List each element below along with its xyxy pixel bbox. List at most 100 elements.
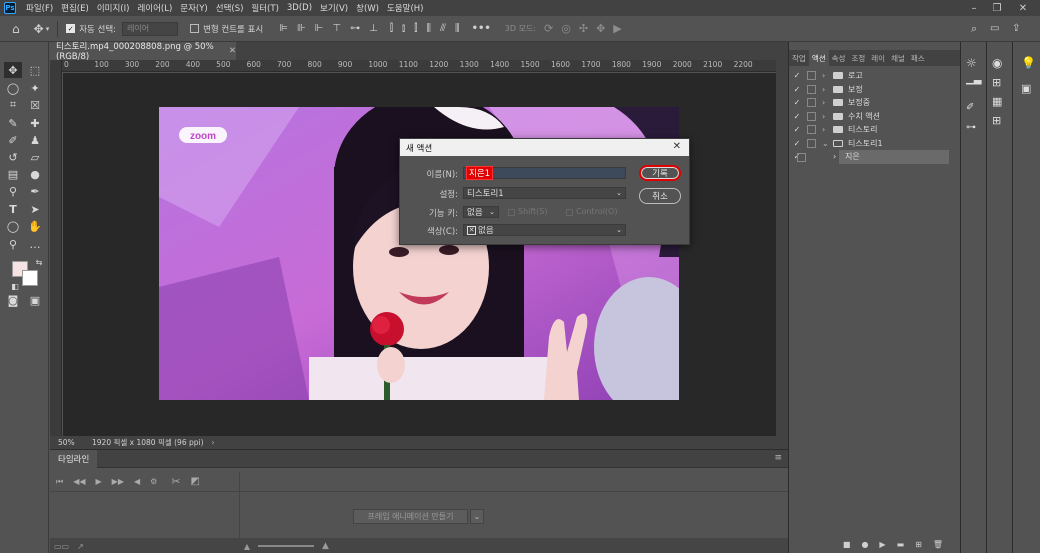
hand-tool-icon[interactable]: ✋ <box>26 218 44 234</box>
clone-stamp-tool-icon[interactable]: ♟ <box>26 132 44 148</box>
menu-file[interactable]: 파일(F) <box>22 2 57 14</box>
action-set-item[interactable]: ✓ › 티스토리 <box>789 123 949 137</box>
next-frame-icon[interactable]: ▶▶ <box>112 477 124 486</box>
vertical-ruler[interactable] <box>50 60 62 436</box>
document-tab[interactable]: 티스토리.mp4_000208808.png @ 50% (RGB/8) ✕ <box>50 42 236 62</box>
magic-wand-tool-icon[interactable]: ✦ <box>26 80 44 96</box>
tab-properties[interactable]: 속성 <box>829 50 849 66</box>
horizontal-ruler[interactable]: 0 100 300 200 400 500 600 700 800 900 1000 1100 1200… <box>62 60 776 72</box>
distribute-left-icon[interactable]: ⫼ <box>426 23 431 34</box>
eyedropper-tool-icon[interactable]: ✎ <box>4 115 22 131</box>
cancel-button[interactable]: 취소 <box>639 188 681 204</box>
menu-image[interactable]: 이미지(I) <box>93 2 134 14</box>
move-tool-icon[interactable]: ✥ <box>34 22 44 36</box>
distribute-bottom-icon[interactable]: ⫿ <box>414 23 417 34</box>
chevron-right-icon[interactable]: › <box>822 98 830 107</box>
levels-icon[interactable]: ▁▃ <box>966 74 981 85</box>
vertical-scrollbar[interactable] <box>776 60 788 436</box>
tab-tasks[interactable]: 작업 <box>789 50 809 66</box>
tab-paths[interactable]: 패스 <box>908 50 928 66</box>
background-color-swatch[interactable] <box>22 270 38 286</box>
dialog-toggle[interactable] <box>807 125 816 135</box>
menu-layer[interactable]: 레이어(L) <box>133 2 176 14</box>
learn-icon[interactable]: 💡 <box>1021 56 1036 70</box>
menu-edit[interactable]: 편집(E) <box>57 2 93 14</box>
zoom-tool-icon[interactable]: ⚲ <box>4 236 22 252</box>
brush-tool-icon[interactable]: ✐ <box>4 132 22 148</box>
pen-tool-icon[interactable]: ✒ <box>26 183 44 199</box>
tab-layers[interactable]: 레이 <box>868 50 888 66</box>
check-icon[interactable]: ✓ <box>792 112 802 121</box>
align-left-icon[interactable]: ⊫ <box>279 23 288 34</box>
check-icon[interactable]: ✓ <box>792 71 802 80</box>
brightness-icon[interactable]: ☼ <box>966 56 977 70</box>
shape-tool-icon[interactable]: ◯ <box>4 218 22 234</box>
render-icon[interactable]: ↗ <box>77 542 84 551</box>
menu-select[interactable]: 선택(S) <box>212 2 248 14</box>
play-icon[interactable]: ▶ <box>96 477 102 486</box>
transform-controls-checkbox[interactable] <box>190 24 200 33</box>
quick-mask-icon[interactable]: ◙ <box>4 292 22 308</box>
swap-colors-icon[interactable]: ⇆ <box>30 254 48 270</box>
close-icon[interactable]: ✕ <box>673 141 681 152</box>
workspace-icon[interactable]: ▭ <box>990 23 999 34</box>
color-dropdown[interactable]: ✕ 없음 ⌄ <box>463 224 626 236</box>
gradient-icon[interactable]: ▦ <box>992 95 1002 108</box>
auto-select-checkbox[interactable]: ✓ <box>66 24 76 33</box>
eraser-tool-icon[interactable]: ▱ <box>26 149 44 165</box>
more-tools-icon[interactable]: … <box>26 236 44 252</box>
action-set-item[interactable]: ✓ › 로고 <box>789 69 949 83</box>
record-button[interactable]: 기록 <box>639 165 681 181</box>
restore-icon[interactable]: ❐ <box>986 0 1008 16</box>
palette-icon[interactable]: ◉ <box>992 56 1002 70</box>
search-icon[interactable]: ⌕ <box>971 22 977 36</box>
blur-tool-icon[interactable]: ● <box>26 166 44 182</box>
distribute-top-icon[interactable]: ⫿ <box>390 23 393 34</box>
zoom-out-icon[interactable]: ▲ <box>244 542 250 551</box>
3d-pan-icon[interactable]: ✣ <box>579 22 588 35</box>
path-selection-tool-icon[interactable]: ➤ <box>26 201 44 217</box>
more-options-icon[interactable]: ••• <box>472 23 491 34</box>
chevron-down-icon[interactable]: ⌄ <box>822 139 830 148</box>
transition-icon[interactable]: ◩ <box>191 476 200 487</box>
screen-mode-icon[interactable]: ▣ <box>26 292 44 308</box>
set-dropdown[interactable]: 티스토리1 ⌄ <box>463 187 626 199</box>
tab-timeline[interactable]: 타임라인 <box>50 450 98 468</box>
function-key-dropdown[interactable]: 없음 ⌄ <box>463 206 499 218</box>
previous-frame-icon[interactable]: ◀︎◀︎ <box>73 477 85 486</box>
distribute-vcenter-icon[interactable]: ⫾ <box>402 23 405 34</box>
align-bottom-icon[interactable]: ⊥ <box>369 23 378 34</box>
distribute-hcenter-icon[interactable]: ⫻ <box>440 23 446 34</box>
menu-help[interactable]: 도움말(H) <box>383 2 427 14</box>
dialog-toggle[interactable] <box>807 84 816 94</box>
chevron-right-icon[interactable]: › <box>822 85 830 94</box>
action-set-item[interactable]: ✓ ⌄ 티스토리1 <box>789 137 949 151</box>
3d-scale-icon[interactable]: ▶ <box>613 22 621 35</box>
share-icon[interactable]: ⇪ <box>1012 23 1020 34</box>
chevron-down-icon[interactable]: ⌄ <box>470 509 484 524</box>
brush-settings-icon[interactable]: ✐ <box>966 102 974 113</box>
menu-filter[interactable]: 필터(T) <box>247 2 282 14</box>
align-right-icon[interactable]: ⊩ <box>315 23 324 34</box>
zoom-level[interactable]: 50% <box>58 438 86 447</box>
align-hcenter-icon[interactable]: ⊪ <box>297 23 306 34</box>
frame-tool-icon[interactable]: ☒ <box>26 97 44 113</box>
chevron-right-icon[interactable]: › <box>822 71 830 80</box>
pattern-icon[interactable]: ⊞ <box>992 114 1001 127</box>
type-tool-icon[interactable]: T <box>4 201 22 217</box>
chevron-right-icon[interactable]: › <box>212 438 215 447</box>
create-frame-animation-button[interactable]: 프레임 애니메이션 만들기 <box>353 509 468 524</box>
auto-select-dropdown[interactable]: 레이어 <box>122 21 179 36</box>
panel-menu-icon[interactable]: ≡ <box>774 453 782 463</box>
check-icon[interactable]: ✓ <box>792 98 802 107</box>
action-item-selected[interactable]: › 지은 <box>833 150 949 164</box>
settings-icon[interactable]: ⚙ <box>150 477 157 486</box>
move-tool-icon[interactable]: ✥ <box>4 62 22 78</box>
zoom-in-icon[interactable]: ▲ <box>322 541 329 551</box>
check-icon[interactable]: ✓ <box>792 139 802 148</box>
chevron-down-icon[interactable]: ▾ <box>46 25 50 33</box>
chevron-right-icon[interactable]: › <box>822 125 830 134</box>
chevron-right-icon[interactable]: › <box>833 152 843 161</box>
minimize-icon[interactable]: – <box>963 0 985 16</box>
crop-tool-icon[interactable]: ⌗ <box>4 97 22 113</box>
